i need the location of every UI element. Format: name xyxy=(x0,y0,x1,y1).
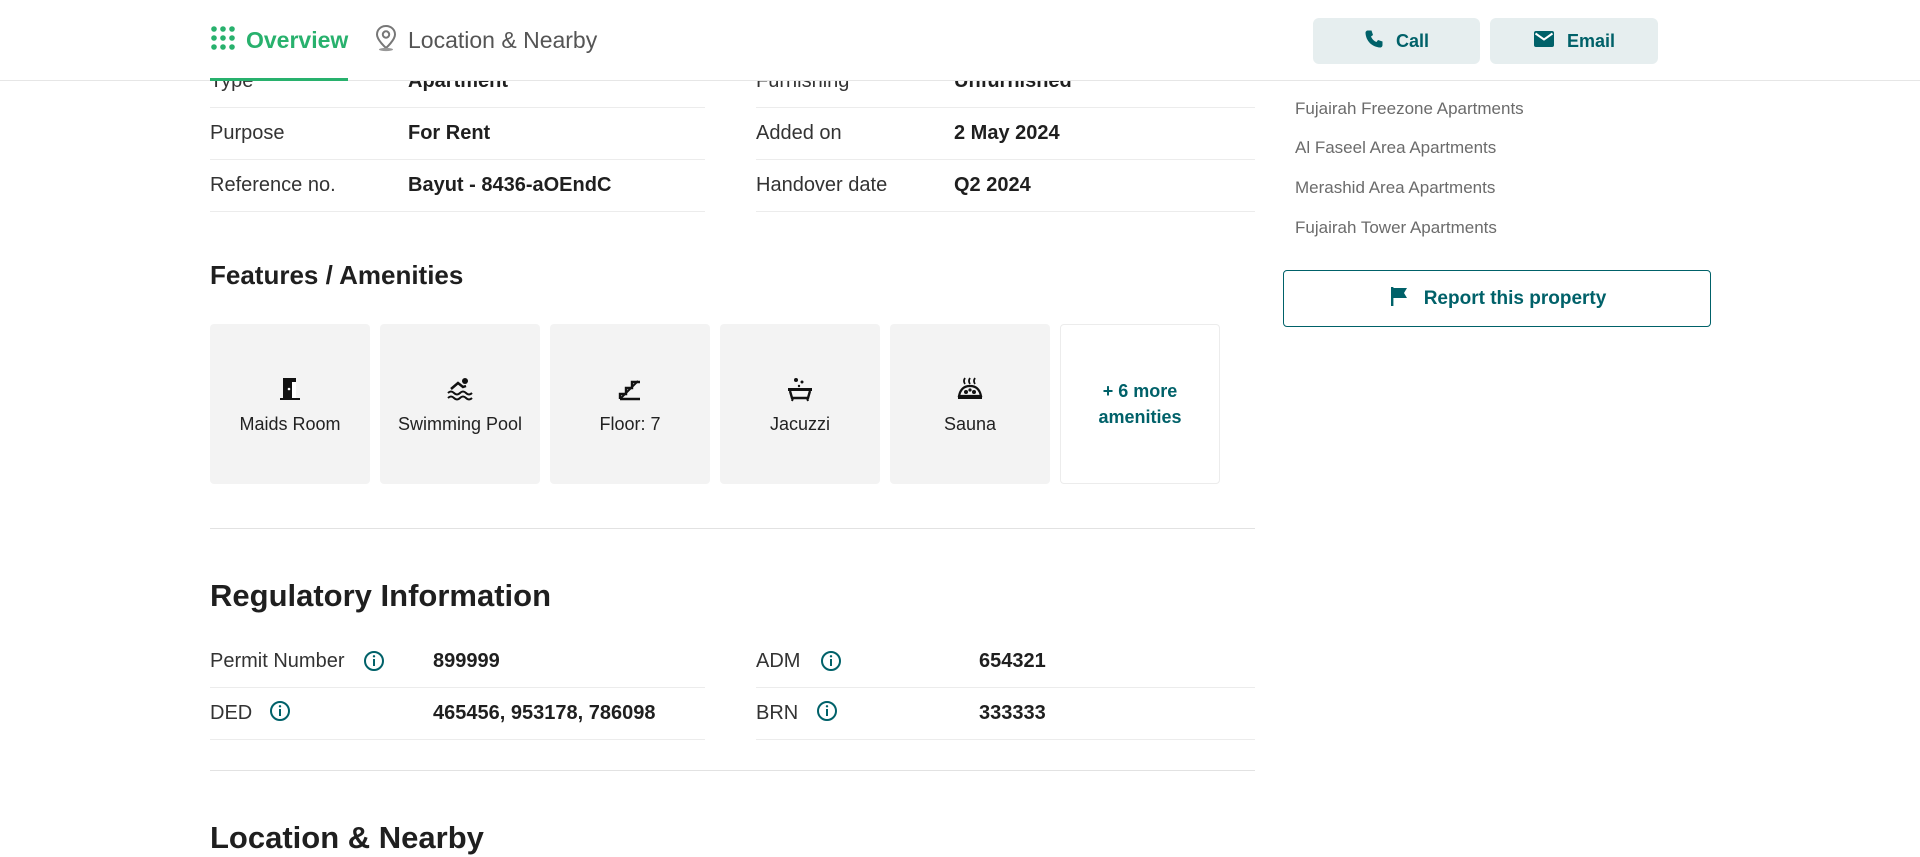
amenity-label: Jacuzzi xyxy=(769,413,831,434)
info-icon[interactable] xyxy=(816,700,838,722)
grid-dots-icon xyxy=(210,25,236,57)
more-amenities-text: amenities xyxy=(1098,407,1182,427)
reg-row-brn: BRN 333333 xyxy=(756,688,1255,740)
phone-icon xyxy=(1364,29,1384,54)
envelope-icon xyxy=(1533,30,1555,53)
reg-row-ded: DED 465456, 953178, 786098 xyxy=(210,688,705,740)
flag-icon xyxy=(1388,285,1410,313)
tab-location-label: Location & Nearby xyxy=(408,27,598,53)
detail-value: Q2 2024 xyxy=(954,174,1031,196)
reg-value: 465456, 953178, 786098 xyxy=(433,702,656,724)
reg-key: ADM xyxy=(756,650,801,672)
regulatory-title: Regulatory Information xyxy=(210,578,552,613)
bathtub-icon xyxy=(785,374,815,404)
detail-key: Reference no. xyxy=(210,174,336,196)
amenity-label: Floor: 7 xyxy=(599,413,661,434)
reg-value: 899999 xyxy=(433,650,500,672)
sidebar-link-fujairah-freezone[interactable]: Fujairah Freezone Apartments xyxy=(1295,99,1524,119)
reg-key: BRN xyxy=(756,702,799,724)
sidebar-link-fujairah-tower[interactable]: Fujairah Tower Apartments xyxy=(1295,218,1497,238)
detail-row-purpose: Purpose For Rent xyxy=(210,108,705,160)
amenity-label: Maids Room xyxy=(239,413,341,434)
info-icon[interactable] xyxy=(269,700,291,722)
amenity-label: Swimming Pool xyxy=(397,413,523,434)
section-divider xyxy=(210,528,1255,529)
sidebar-link-merashid[interactable]: Merashid Area Apartments xyxy=(1295,178,1495,198)
amenity-sauna: Sauna xyxy=(890,324,1050,484)
reg-value: 333333 xyxy=(979,702,1046,724)
detail-key: Added on xyxy=(756,122,842,144)
reg-row-permit: Permit Number 899999 xyxy=(210,636,705,688)
detail-row-added-on: Added on 2 May 2024 xyxy=(756,108,1255,160)
email-button[interactable]: Email xyxy=(1490,18,1658,64)
info-icon[interactable] xyxy=(820,650,842,672)
amenity-maids-room: Maids Room xyxy=(210,324,370,484)
reg-key: DED xyxy=(210,702,253,724)
amenity-jacuzzi: Jacuzzi xyxy=(720,324,880,484)
sidebar-link-al-faseel[interactable]: Al Faseel Area Apartments xyxy=(1295,138,1496,158)
amenity-label: Sauna xyxy=(943,413,997,434)
detail-value: Bayut - 8436-aOEndC xyxy=(408,174,612,196)
info-icon[interactable] xyxy=(363,650,385,672)
reg-key: Permit Number xyxy=(210,650,345,672)
email-label: Email xyxy=(1566,30,1616,51)
detail-value: For Rent xyxy=(408,122,491,144)
more-amenities-count: + 6 more xyxy=(1102,381,1178,401)
amenities-list: Maids Room Swimming Pool Floor: 7 Jacuzz… xyxy=(210,324,1220,484)
stairs-icon xyxy=(615,374,645,404)
more-amenities-label[interactable]: + 6 more amenities xyxy=(1098,378,1181,430)
sauna-icon xyxy=(955,374,985,404)
tab-overview[interactable]: Overview xyxy=(210,0,349,81)
amenity-swimming-pool: Swimming Pool xyxy=(380,324,540,484)
tab-overview-label: Overview xyxy=(246,27,349,53)
map-pin-icon xyxy=(374,24,398,58)
detail-value: 2 May 2024 xyxy=(954,122,1060,144)
detail-key: Handover date xyxy=(756,174,888,196)
sticky-header: Overview Location & Nearby Call Email xyxy=(0,0,1920,81)
detail-row-handover: Handover date Q2 2024 xyxy=(756,160,1255,212)
section-divider xyxy=(210,770,1255,771)
report-property-button[interactable]: Report this property xyxy=(1283,270,1711,327)
features-title: Features / Amenities xyxy=(210,260,464,290)
call-button[interactable]: Call xyxy=(1313,18,1480,64)
detail-key: Purpose xyxy=(210,122,285,144)
swimmer-icon xyxy=(445,374,475,404)
amenity-floor: Floor: 7 xyxy=(550,324,710,484)
report-property-label: Report this property xyxy=(1423,287,1607,309)
tab-location-nearby[interactable]: Location & Nearby xyxy=(374,0,597,81)
more-amenities-button[interactable]: + 6 more amenities xyxy=(1060,324,1220,484)
call-label: Call xyxy=(1395,30,1429,51)
detail-row-reference: Reference no. Bayut - 8436-aOEndC xyxy=(210,160,705,212)
door-icon xyxy=(275,374,305,404)
reg-row-adm: ADM 654321 xyxy=(756,636,1255,688)
location-nearby-title: Location & Nearby xyxy=(210,820,484,855)
reg-value: 654321 xyxy=(979,650,1046,672)
